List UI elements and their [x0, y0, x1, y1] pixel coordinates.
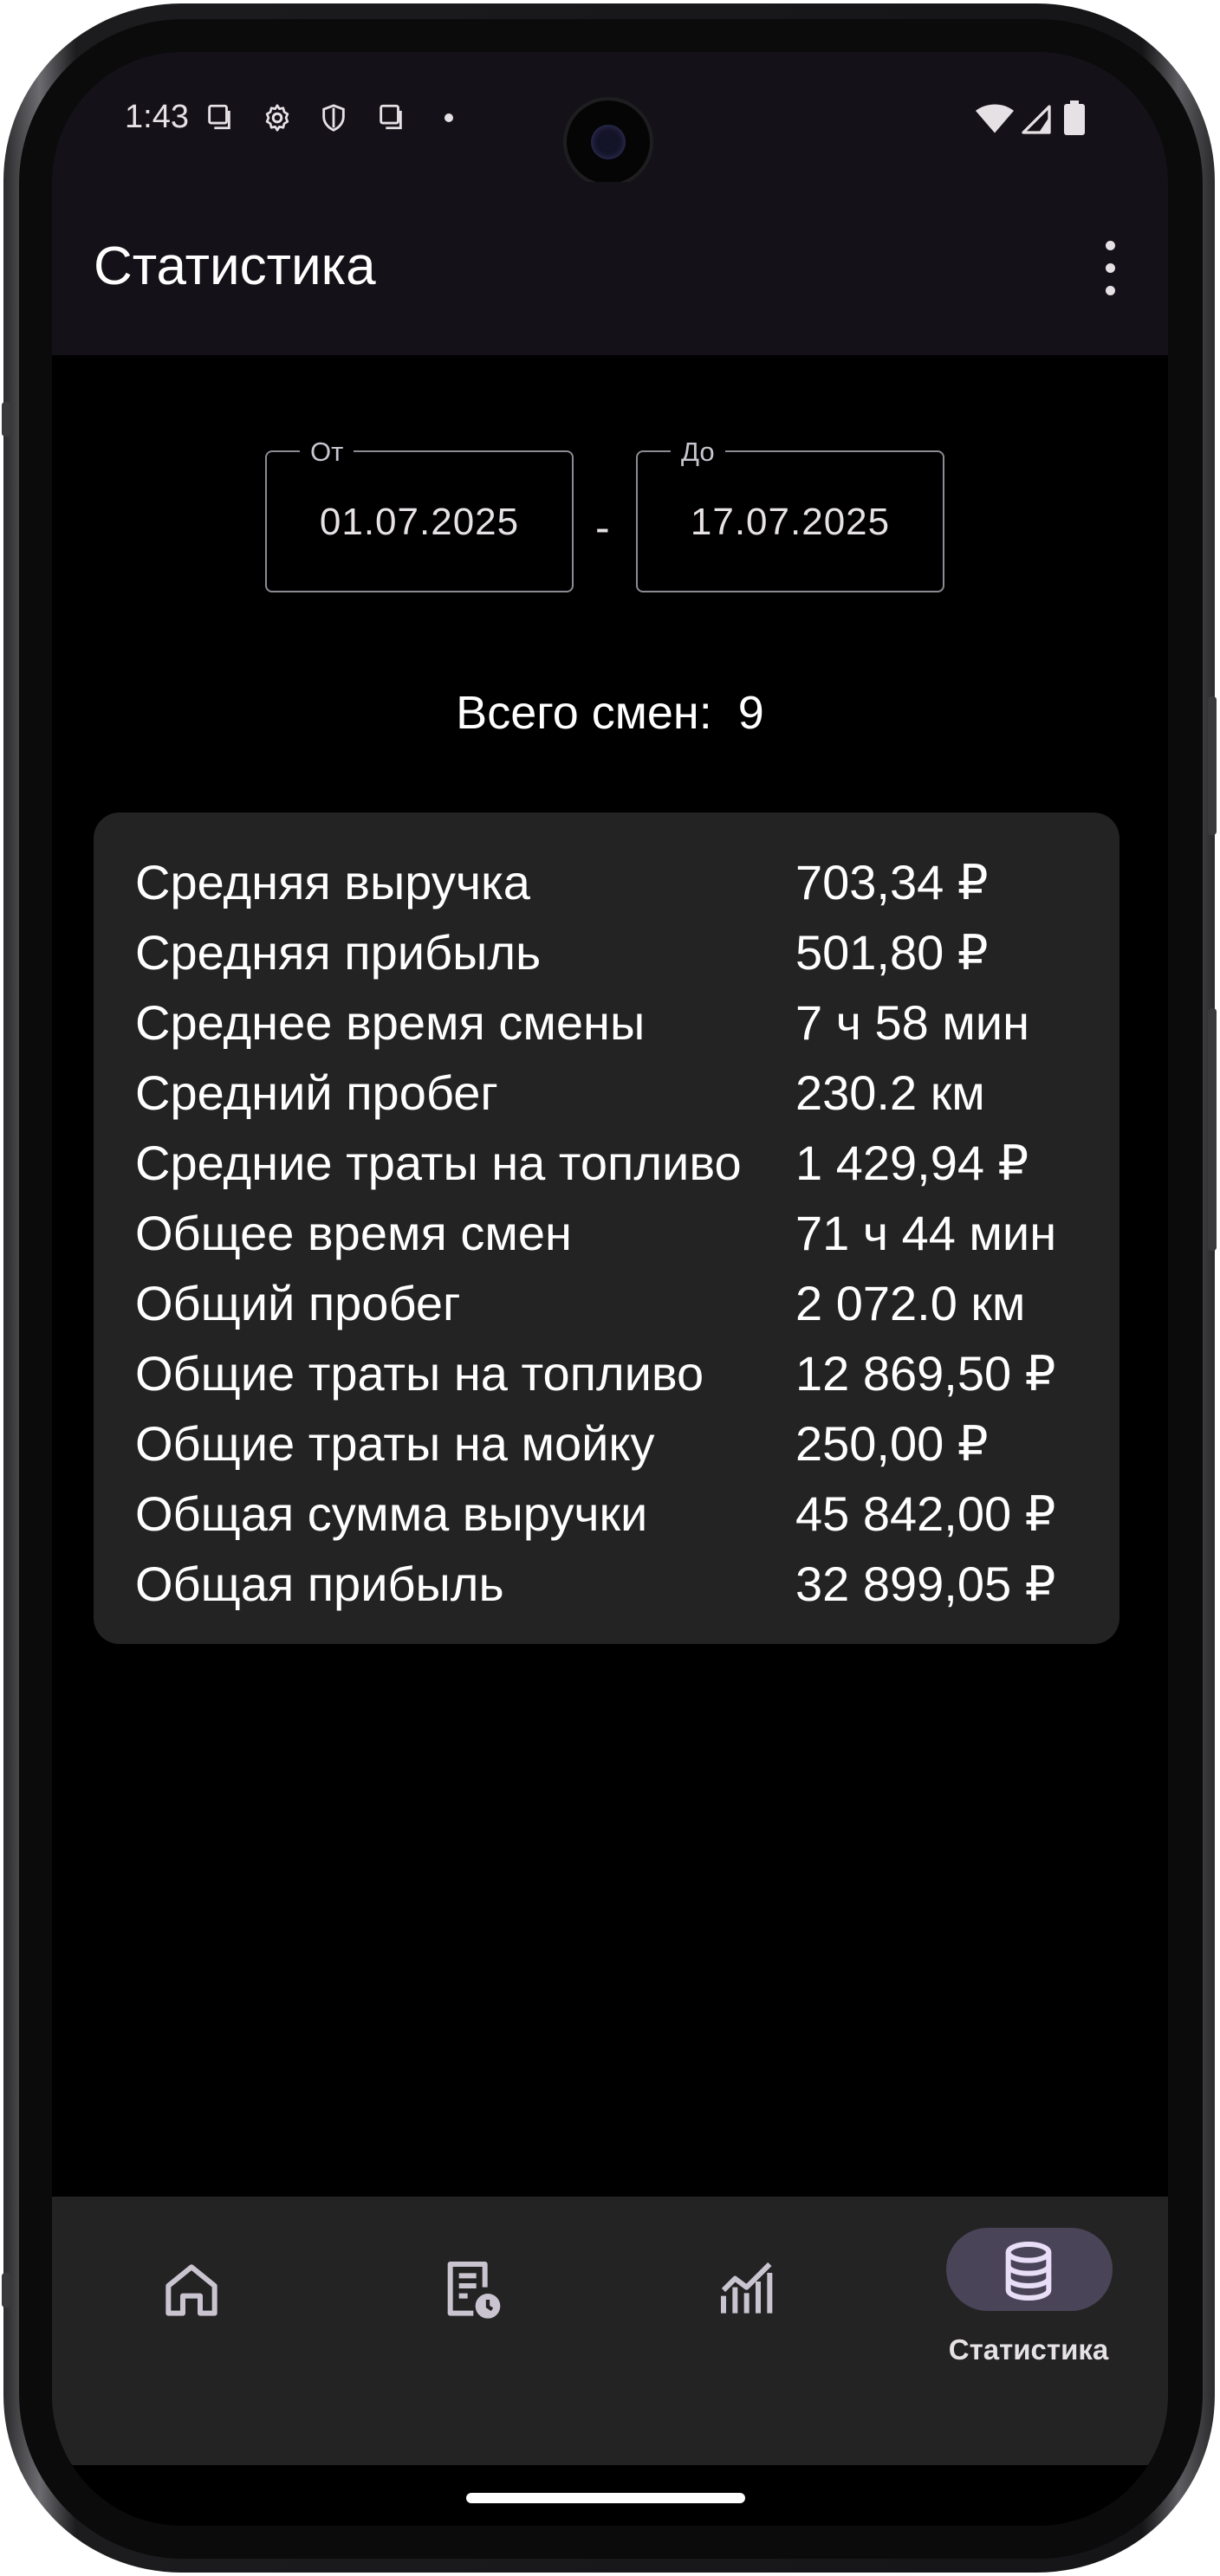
stat-row: Средняя прибыль 501,80 ₽ [135, 921, 1123, 991]
status-time: 1:43 [125, 99, 189, 135]
stat-label: Общее время смен [135, 1206, 572, 1260]
nav-item-analytics[interactable] [610, 2197, 889, 2422]
settings-icon [265, 104, 289, 132]
date-from-field[interactable]: От 01.07.2025 [265, 437, 574, 592]
stat-label: Средняя выручка [135, 855, 530, 909]
screen: 1:43 Статистика От 01.07.2025 - До 17.07… [52, 52, 1168, 2526]
stat-value: 250,00 ₽ [795, 1416, 989, 1471]
date-to-field[interactable]: До 17.07.2025 [636, 437, 944, 592]
total-shifts-label: Всего смен: [456, 687, 712, 739]
more-vert-icon[interactable] [1081, 227, 1137, 310]
dot-icon [445, 113, 453, 122]
date-to-label: До [671, 437, 725, 468]
stat-row: Общие траты на топливо 12 869,50 ₽ [135, 1342, 1123, 1412]
database-icon [1005, 2242, 1052, 2301]
stat-value: 12 869,50 ₽ [795, 1346, 1056, 1401]
date-from-label: От [300, 437, 354, 468]
stat-label: Средняя прибыль [135, 925, 542, 980]
stat-row: Средний пробег 230.2 км [135, 1061, 1123, 1131]
analytics-icon [721, 2262, 773, 2314]
stat-row: Средние траты на топливо 1 429,94 ₽ [135, 1131, 1123, 1201]
menu-dot [1106, 286, 1115, 295]
copy-icon [380, 104, 402, 130]
stat-label: Общие траты на топливо [135, 1346, 704, 1401]
stat-label: Общий пробег [135, 1276, 461, 1330]
stats-card: Средняя выручка 703,34 ₽ Средняя прибыль 5… [94, 812, 1119, 1644]
total-shifts: Всего смен: 9 [52, 686, 1168, 740]
menu-dot [1106, 263, 1115, 273]
bottom-navigation: Статистика [52, 2197, 1168, 2465]
stat-row: Средняя выручка 703,34 ₽ [135, 851, 1123, 921]
wifi-icon [976, 104, 1014, 133]
stat-value: 230.2 км [795, 1065, 985, 1120]
page-title: Статистика [94, 236, 376, 296]
stat-value: 71 ч 44 мин [795, 1206, 1057, 1260]
stat-label: Общие траты на мойку [135, 1416, 655, 1471]
power-button [1208, 696, 1217, 835]
stat-value: 45 842,00 ₽ [795, 1486, 1056, 1541]
stat-value: 32 899,05 ₽ [795, 1557, 1056, 1611]
nav-item-statistics[interactable]: Статистика [889, 2197, 1168, 2422]
stat-value: 501,80 ₽ [795, 925, 989, 980]
stat-label: Среднее время смены [135, 995, 646, 1050]
top-app-bar: Статистика [52, 182, 1168, 355]
home-indicator[interactable] [466, 2493, 745, 2503]
stat-row: Общая прибыль 32 899,05 ₽ [135, 1552, 1123, 1622]
stat-label: Средние траты на топливо [135, 1136, 742, 1190]
home-icon [165, 2264, 217, 2316]
stat-value: 7 ч 58 мин [795, 995, 1029, 1050]
stat-label: Общая прибыль [135, 1557, 504, 1611]
sim-card-icon [208, 104, 230, 130]
stat-row: Общее время смен 71 ч 44 мин [135, 1201, 1123, 1272]
total-shifts-value: 9 [737, 687, 764, 739]
stat-row: Общий пробег 2 072.0 км [135, 1272, 1123, 1342]
nav-label-statistics: Статистика [948, 2333, 1109, 2366]
menu-dot [1106, 241, 1115, 250]
shift-history-icon [447, 2262, 501, 2319]
camera-lens [591, 125, 626, 159]
nav-item-home[interactable] [52, 2197, 331, 2422]
side-notch-left-bottom [2, 2273, 10, 2307]
signal-icon [1022, 105, 1051, 134]
stat-label: Общая сумма выручки [135, 1486, 648, 1541]
stat-row: Общие траты на мойку 250,00 ₽ [135, 1412, 1123, 1482]
shield-icon [322, 104, 345, 132]
nav-item-shift-history[interactable] [331, 2197, 610, 2422]
stat-label: Средний пробег [135, 1065, 498, 1120]
stat-value: 703,34 ₽ [795, 855, 989, 909]
stats-list: Средняя выручка 703,34 ₽ Средняя прибыль 5… [135, 851, 1123, 1622]
date-separator: - [595, 503, 610, 552]
side-notch-left [2, 402, 10, 437]
date-to-value: 17.07.2025 [690, 501, 891, 543]
date-from-value: 01.07.2025 [319, 501, 520, 543]
stat-row: Среднее время смены 7 ч 58 мин [135, 991, 1123, 1061]
front-camera [563, 97, 653, 187]
stat-row: Общая сумма выручки 45 842,00 ₽ [135, 1482, 1123, 1552]
volume-button [1208, 1008, 1217, 1251]
battery-icon [1064, 100, 1085, 135]
stat-value: 1 429,94 ₽ [795, 1136, 1029, 1190]
stat-value: 2 072.0 км [795, 1276, 1026, 1330]
